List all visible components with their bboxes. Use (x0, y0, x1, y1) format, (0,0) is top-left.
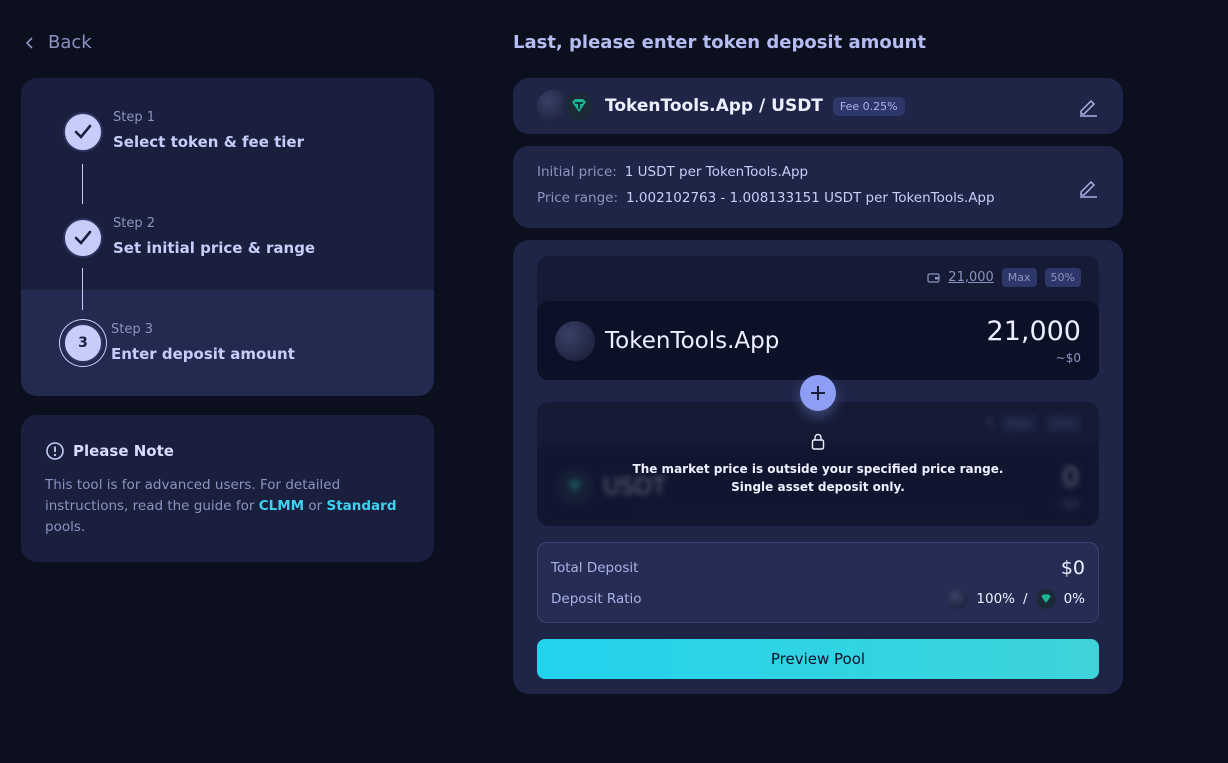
token-a-amount-input[interactable]: 21,000 (987, 316, 1081, 347)
lock-icon (811, 433, 825, 450)
fee-badge: Fee 0.25% (832, 96, 905, 116)
preview-pool-button[interactable]: Preview Pool (537, 639, 1099, 679)
step-1-kicker: Step 1 (113, 110, 156, 125)
step-2-title: Set initial price & range (113, 239, 316, 257)
step-3-kicker: Step 3 (111, 322, 154, 337)
total-deposit-row: Total Deposit $0 (551, 557, 1085, 579)
price-card: Initial price: 1 USDT per TokenTools.App… (513, 146, 1123, 228)
half-button[interactable]: 50% (1044, 268, 1081, 287)
token-b-input-panel: 0 Max 50% USDT 0 ~$0 The market price is… (537, 402, 1099, 526)
edit-icon[interactable] (1077, 176, 1099, 198)
deposit-summary: Total Deposit $0 Deposit Ratio 100% / 0% (537, 542, 1099, 623)
deposit-ratio-label: Deposit Ratio (551, 591, 642, 607)
step-2-kicker: Step 2 (113, 216, 156, 231)
deposit-card: 21,000 Max 50% TokenTools.App 21,000 ~$0… (513, 240, 1123, 694)
note-header: Please Note (45, 441, 410, 461)
step-3-number: 3 (63, 323, 103, 363)
step-2-check-icon (63, 218, 103, 258)
ratio-separator: / (1023, 591, 1028, 607)
step-1-title: Select token & fee tier (113, 133, 304, 151)
token-a-balance-row: 21,000 Max 50% (927, 268, 1081, 287)
initial-price-row: Initial price: 1 USDT per TokenTools.App (537, 164, 1099, 180)
back-label: Back (48, 32, 92, 53)
steps-panel: Step 1 Select token & fee tier Step 2 Se… (21, 78, 434, 396)
token-a-input-panel: 21,000 Max 50% TokenTools.App 21,000 ~$0 (537, 256, 1099, 380)
page-title: Last, please enter token deposit amount (513, 32, 926, 53)
back-button[interactable]: Back (24, 32, 92, 53)
chevron-left-icon (25, 36, 33, 49)
token-a-symbol[interactable]: TokenTools.App (605, 328, 779, 354)
edit-icon[interactable] (1077, 95, 1099, 117)
total-deposit-value: $0 (1060, 557, 1085, 579)
note-or: or (308, 498, 323, 514)
info-icon (46, 442, 64, 460)
tokentools-icon (555, 320, 595, 361)
plus-icon (800, 375, 836, 411)
tokentools-icon (948, 589, 969, 609)
initial-price-value: 1 USDT per TokenTools.App (624, 164, 809, 180)
pair-name: TokenTools.App / USDT (605, 96, 823, 116)
step-1-check-icon (63, 112, 103, 152)
token-a-field[interactable]: TokenTools.App 21,000 ~$0 (537, 301, 1099, 380)
wallet-icon (927, 272, 940, 283)
step-3-title: Enter deposit amount (111, 345, 295, 363)
price-range-value: 1.002102763 - 1.008133151 USDT per Token… (626, 190, 995, 206)
note-text: This tool is for advanced users. For det… (45, 475, 410, 538)
lock-message: The market price is outside your specifi… (632, 462, 1004, 494)
note-panel: Please Note This tool is for advanced us… (21, 415, 434, 562)
price-range-label: Price range: (537, 190, 619, 206)
ratio-a: 100% (976, 591, 1016, 607)
deposit-ratio: 100% / 0% (948, 589, 1085, 609)
clmm-link[interactable]: CLMM (259, 498, 304, 514)
token-a-balance[interactable]: 21,000 (948, 270, 994, 285)
step-connector (82, 164, 83, 204)
deposit-ratio-row: Deposit Ratio 100% / 0% (551, 589, 1085, 609)
note-text-2: pools. (45, 519, 86, 535)
usdt-icon (1035, 589, 1056, 609)
max-button[interactable]: Max (1001, 268, 1037, 287)
price-range-row: Price range: 1.002102763 - 1.008133151 U… (537, 190, 1099, 206)
step-connector (82, 268, 83, 310)
note-title: Please Note (73, 442, 174, 460)
standard-link[interactable]: Standard (326, 498, 396, 514)
pair-card: TokenTools.App / USDT Fee 0.25% (513, 78, 1123, 134)
usdt-icon (563, 90, 595, 122)
initial-price-label: Initial price: (537, 164, 617, 180)
total-deposit-label: Total Deposit (551, 560, 639, 576)
ratio-b: 0% (1063, 591, 1085, 607)
lock-overlay: The market price is outside your specifi… (537, 402, 1099, 526)
token-a-amount-col: 21,000 ~$0 (987, 316, 1081, 365)
token-a-usd-value: ~$0 (1055, 351, 1081, 365)
